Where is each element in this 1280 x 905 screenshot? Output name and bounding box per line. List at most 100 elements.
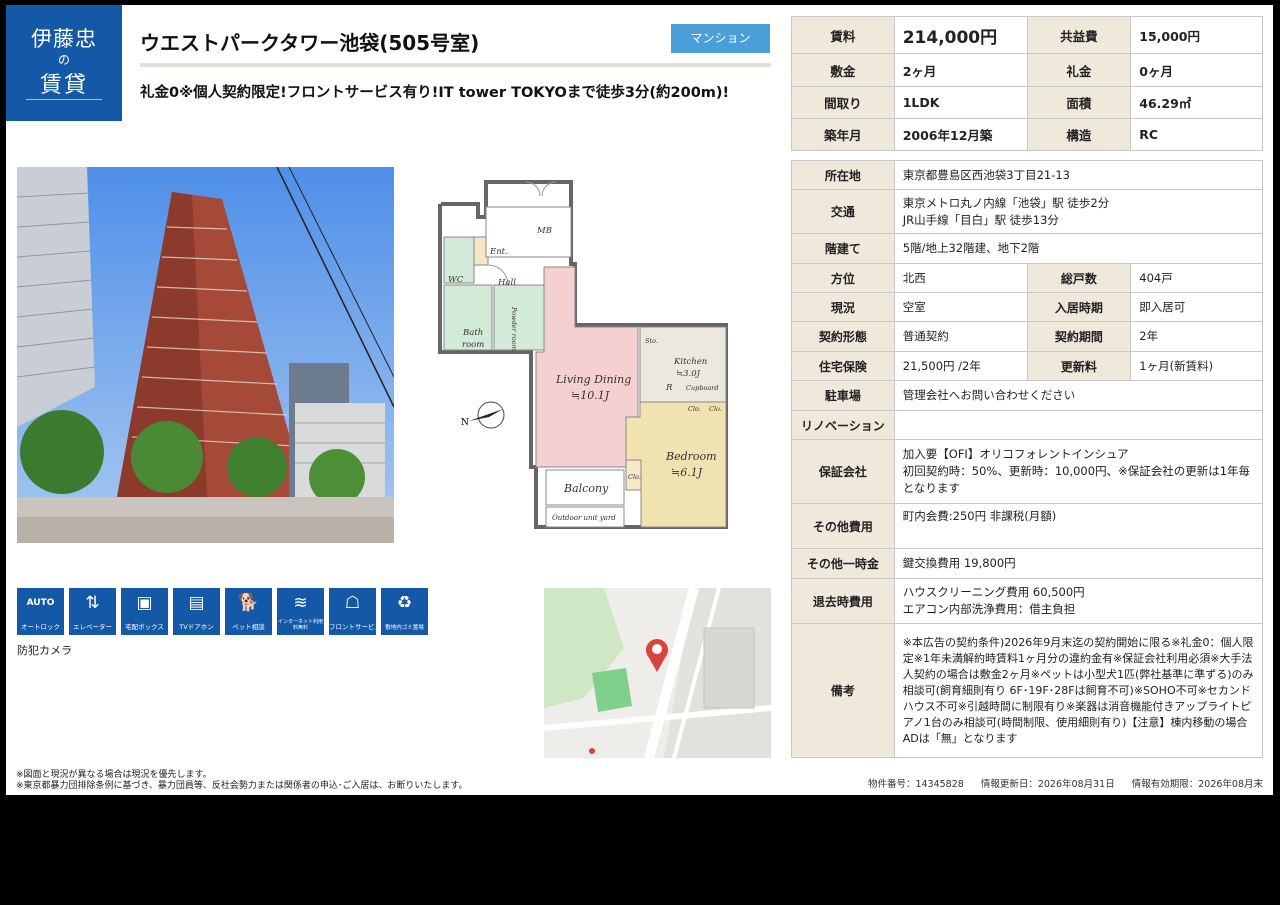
renovation-label: リノベーション	[791, 410, 895, 440]
parking-label: 駐車場	[791, 380, 895, 411]
area-value: 46.29㎡	[1130, 86, 1263, 119]
info-valid-until: 情報有効期限：2026年08月末	[1131, 779, 1263, 790]
moveout-line-2: エアコン内部洗浄費用：借主負担	[902, 602, 1076, 616]
amenity-label: ペット相談	[232, 623, 265, 631]
contract-term-value: 2年	[1130, 321, 1263, 352]
status-label: 現況	[791, 292, 895, 322]
logo-underline	[26, 99, 102, 100]
fp-sto: Sto.	[645, 337, 658, 345]
access-value: 東京メトロ丸ノ内線「池袋」駅 徒歩2分 JR山手線「目白」駅 徒歩13分	[893, 189, 1264, 234]
key-money-value: 0ヶ月	[1130, 53, 1263, 87]
amenity-label: インターネット利用料無料	[277, 619, 323, 631]
floor-label: 階建て	[791, 233, 895, 264]
guarantor-line-2: 初回契約時：50%、更新時：10,000円、※保証会社の更新は1年毎となります	[902, 464, 1251, 495]
parking-value: 管理会社へお問い合わせください	[893, 380, 1264, 411]
contract-term-label: 契約期間	[1026, 321, 1132, 352]
access-line-1: 東京メトロ丸ノ内線「池袋」駅 徒歩2分	[902, 195, 1110, 210]
renewal-label: 更新料	[1026, 351, 1132, 381]
logo-line1: 伊藤忠	[31, 27, 97, 51]
amenity-label: オートロック	[21, 623, 60, 631]
floor-plan: N MB Ent. WC Hall Bath room Powder room …	[426, 177, 736, 532]
key-money-label: 礼金	[1026, 53, 1132, 87]
internet-icon: ≋ インターネット利用料無料	[277, 588, 324, 635]
fp-living: Living Dining	[555, 373, 631, 386]
common-fee-label: 共益費	[1026, 16, 1132, 54]
contract-type-label: 契約形態	[791, 321, 895, 352]
security-camera-text: 防犯カメラ	[17, 644, 72, 657]
title-divider	[140, 63, 771, 67]
other-fee-value: 町内会費:250円 非課税(月額)	[893, 503, 1264, 549]
disclaimer-notes: ※図面と現況が異なる場合は現況を優先します。 ※東京都暴力団排除条例に基づき、暴…	[16, 770, 468, 792]
svg-text:N: N	[461, 418, 469, 428]
contract-type-value: 普通契約	[893, 321, 1028, 352]
remarks-label: 備考	[791, 623, 895, 758]
fp-bath: Bath	[462, 328, 483, 338]
fp-bath-room: room	[462, 340, 484, 350]
built-label: 築年月	[791, 118, 895, 151]
built-value: 2006年12月築	[893, 118, 1028, 151]
property-number: 物件番号：14345828	[867, 779, 964, 790]
address-value: 東京都豊島区西池袋3丁目21-13	[893, 160, 1264, 190]
guarantor-value: 加入要【OFI】オリコフォレントインシュア 初回契約時：50%、更新時：10,0…	[893, 439, 1264, 504]
rent-value: 214,000円	[893, 16, 1028, 54]
structure-value: RC	[1130, 118, 1263, 151]
other-once-value: 鍵交換費用 19,800円	[893, 548, 1264, 579]
summary-table: 賃料 214,000円 共益費 15,000円 敷金 2ヶ月 礼金 0ヶ月 間取…	[791, 16, 1263, 151]
amenity-label: エレベーター	[73, 623, 112, 631]
moveout-label: 退去時費用	[791, 578, 895, 624]
fp-ent: Ent.	[489, 247, 508, 257]
move-in-value: 即入居可	[1130, 292, 1263, 322]
amenity-icons: AUTO オートロック ⇅ エレベーター ▣ 宅配ボックス ▤ TVドアホン 🐕 ペット相…	[17, 588, 428, 635]
deposit-label: 敷金	[791, 53, 895, 87]
rent-label: 賃料	[791, 16, 895, 54]
property-title: ウエストパークタワー池袋(505号室)	[140, 31, 480, 55]
units-value: 404戸	[1130, 263, 1263, 293]
direction-label: 方位	[791, 263, 895, 293]
logo-line2: の	[57, 53, 70, 67]
delivery-box-icon: ▣ 宅配ボックス	[121, 588, 168, 635]
address-label: 所在地	[791, 160, 895, 190]
remarks-value: ※本広告の契約条件)2026年9月末迄の契約開始に限る※礼金0：個人限定※1年未…	[893, 623, 1264, 758]
amenity-label: 敷地内ゴミ置場	[385, 625, 424, 631]
fp-clo-3: Clo.	[628, 473, 641, 481]
units-label: 総戸数	[1026, 263, 1132, 293]
renovation-value	[893, 410, 1264, 440]
amenity-label: 宅配ボックス	[125, 623, 164, 631]
guarantor-label: 保証会社	[791, 439, 895, 504]
fp-bedroom-size: ≒6.1J	[671, 466, 703, 479]
moveout-line-1: ハウスクリーニング費用 60,500円	[902, 585, 1085, 599]
fp-powder: Powder room	[510, 306, 518, 351]
fp-clo-2: Clo.	[709, 405, 722, 413]
tv-intercom-icon: ▤ TVドアホン	[173, 588, 220, 635]
structure-label: 構造	[1026, 118, 1132, 151]
deposit-value: 2ヶ月	[893, 53, 1028, 87]
front-service-icon: ☖ フロントサービス	[329, 588, 381, 635]
fp-r: R	[665, 383, 673, 393]
fp-bedroom: Bedroom	[665, 450, 717, 463]
disclaimer-2: ※東京都暴力団排除条例に基づき、暴力団員等、反社会勢力または関係者の申込･ご入居…	[16, 781, 468, 791]
fp-wc: WC	[448, 275, 464, 285]
status-value: 空室	[893, 292, 1028, 322]
property-type-badge: マンション	[671, 24, 770, 53]
bottom-black-band	[0, 795, 1280, 905]
fp-clo-1: Clo.	[688, 405, 701, 413]
move-in-label: 入居時期	[1026, 292, 1132, 322]
fp-outdoor: Outdoor unit yard	[552, 514, 616, 522]
guarantor-line-1: 加入要【OFI】オリコフォレントインシュア	[902, 447, 1129, 461]
insurance-label: 住宅保険	[791, 351, 895, 381]
common-fee-value: 15,000円	[1130, 16, 1263, 54]
building-photo	[17, 167, 394, 543]
fp-living-size: ≒10.1J	[571, 389, 610, 402]
moveout-value: ハウスクリーニング費用 60,500円 エアコン内部洗浄費用：借主負担	[893, 578, 1264, 624]
amenity-label: フロントサービス	[329, 623, 381, 631]
other-once-label: その他一時金	[791, 548, 895, 579]
direction-value: 北西	[893, 263, 1028, 293]
detail-table: 所在地 東京都豊島区西池袋3丁目21-13 交通 東京メトロ丸ノ内線「池袋」駅 …	[791, 160, 1264, 758]
auto-lock-icon: AUTO オートロック	[17, 588, 64, 635]
fp-balcony: Balcony	[563, 482, 609, 495]
location-map	[544, 588, 771, 758]
amenity-label: TVドアホン	[179, 623, 214, 631]
elevator-icon: ⇅ エレベーター	[69, 588, 116, 635]
disclaimer-1: ※図面と現況が異なる場合は現況を優先します。	[16, 770, 212, 780]
garbage-icon: ♻ 敷地内ゴミ置場	[381, 588, 428, 635]
